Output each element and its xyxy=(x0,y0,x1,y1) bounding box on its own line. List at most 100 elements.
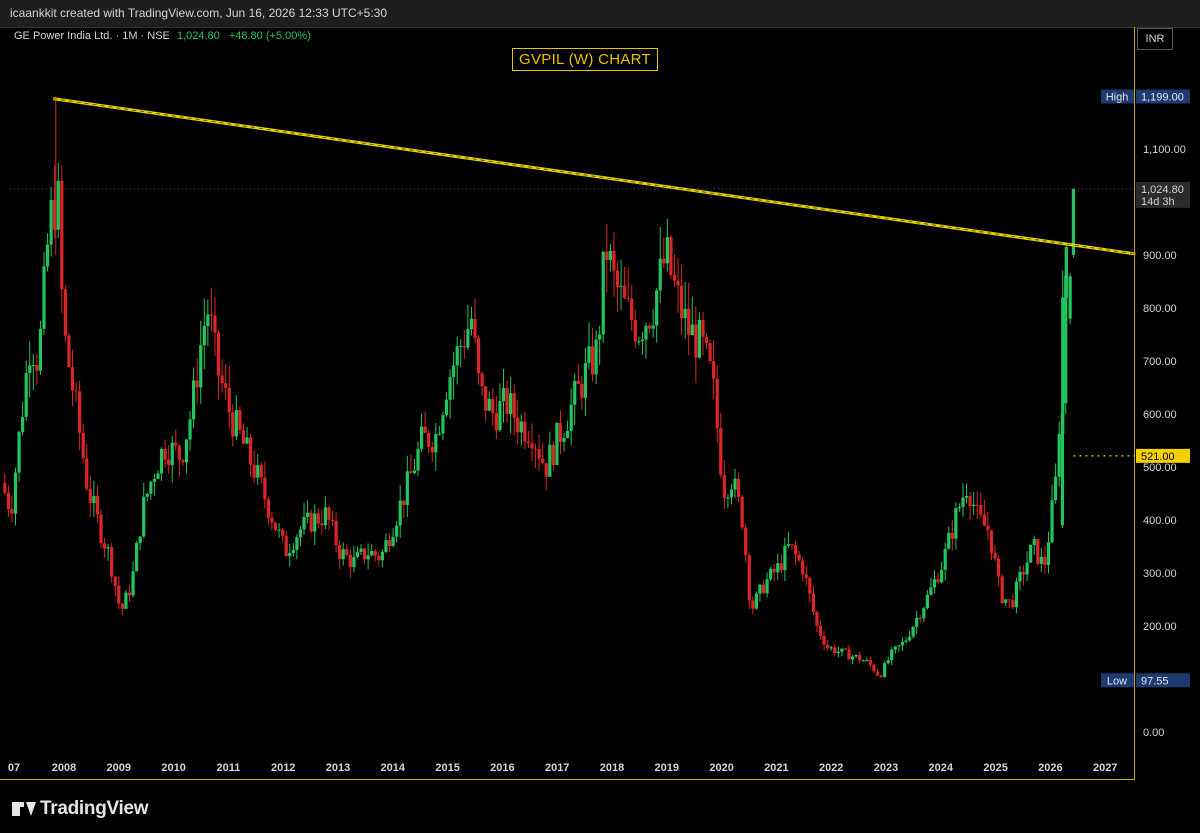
candle-body xyxy=(110,547,114,577)
candle-body xyxy=(491,398,495,414)
candle-body xyxy=(904,640,908,642)
candle-body xyxy=(245,437,249,444)
candle-body xyxy=(170,442,174,466)
candle-body xyxy=(220,375,224,384)
candle-body xyxy=(334,520,338,546)
candle-body xyxy=(865,659,869,661)
candle-body xyxy=(566,430,570,438)
candle-body xyxy=(580,383,584,398)
candle-body xyxy=(993,552,997,559)
candle-body xyxy=(21,416,25,433)
price-chart[interactable]: 0.00 200.00 300.00 400.00 500.00 600.00 700.00… xyxy=(0,0,1200,786)
candle-body xyxy=(469,318,474,330)
candle-body xyxy=(954,508,958,539)
candle-body xyxy=(708,343,712,361)
y-tick-label: 900.00 xyxy=(1143,250,1177,262)
candle-body xyxy=(932,579,937,588)
candle-body xyxy=(964,495,969,498)
candle-body xyxy=(149,481,153,494)
x-tick-label: 2013 xyxy=(326,762,350,774)
candle-body xyxy=(213,315,217,333)
candle-body xyxy=(797,554,801,561)
candle-body xyxy=(883,663,887,678)
candle-body xyxy=(690,324,694,336)
candle-body xyxy=(377,555,381,561)
candle-body xyxy=(940,569,944,583)
candle-body xyxy=(387,540,392,546)
candle-body xyxy=(516,417,520,433)
candle-body xyxy=(950,532,954,539)
candle-body xyxy=(273,522,278,531)
candle-body xyxy=(427,432,431,447)
candle-body xyxy=(605,251,609,261)
candle-body xyxy=(88,488,92,504)
x-tick-label: 2015 xyxy=(435,762,459,774)
candle-body xyxy=(159,448,164,474)
x-tick-label: 2017 xyxy=(545,762,569,774)
candle-body xyxy=(836,651,840,654)
candle-body xyxy=(847,649,851,660)
candle-body xyxy=(99,514,103,544)
candle-body xyxy=(320,523,324,526)
tradingview-logo[interactable]: TradingView xyxy=(12,798,149,820)
candle-body xyxy=(480,373,484,387)
candle-body xyxy=(569,404,573,431)
candle-body xyxy=(1021,571,1026,575)
candle-body xyxy=(1011,599,1015,608)
candle-body xyxy=(875,671,880,676)
candle-body xyxy=(455,346,459,366)
candle-body xyxy=(298,529,303,538)
candle-body xyxy=(665,237,669,264)
candle-body xyxy=(850,656,855,660)
candle-body xyxy=(530,443,534,449)
x-tick-label: 07 xyxy=(8,762,20,774)
candle-body xyxy=(85,458,89,489)
candle-body xyxy=(647,325,652,329)
candle-body xyxy=(900,641,905,646)
candle-body xyxy=(256,465,260,478)
y-tick-label: 1,100.00 xyxy=(1143,144,1186,156)
candle-body xyxy=(270,517,274,523)
marker-badge-value: 521.00 xyxy=(1141,451,1175,463)
candle-body xyxy=(142,496,146,537)
candle-body xyxy=(779,563,783,571)
candle-body xyxy=(63,289,67,336)
candle-body xyxy=(1025,562,1029,575)
candle-body xyxy=(227,387,231,413)
candle-body xyxy=(117,585,121,604)
candle-body xyxy=(38,328,43,371)
footer: TradingView xyxy=(0,786,1200,833)
candle-body xyxy=(893,646,897,650)
candle-body xyxy=(968,495,972,507)
candle-body xyxy=(209,314,214,316)
candle-body xyxy=(476,337,481,374)
candle-body xyxy=(402,500,406,505)
candle-body xyxy=(501,387,506,402)
candle-body xyxy=(305,512,310,518)
candle-body xyxy=(911,626,915,637)
candle-body xyxy=(67,335,71,368)
candle-body xyxy=(327,507,331,520)
candle-body xyxy=(861,660,865,662)
candle-body xyxy=(459,346,463,348)
candle-body xyxy=(348,554,352,568)
candle-body xyxy=(619,285,623,287)
candle-body xyxy=(615,270,620,287)
candle-body xyxy=(181,460,185,463)
candle-body xyxy=(1068,276,1072,319)
candle-body xyxy=(1046,542,1051,565)
candle-body xyxy=(982,514,986,526)
candle-body xyxy=(423,426,427,433)
candle-body xyxy=(858,654,862,661)
candle-body xyxy=(362,548,367,560)
candle-body xyxy=(81,432,85,459)
candle-body xyxy=(1064,276,1068,404)
candle-body xyxy=(872,664,876,672)
x-tick-label: 2012 xyxy=(271,762,295,774)
candle-body xyxy=(801,560,805,575)
candle-body xyxy=(651,325,655,329)
candle-body xyxy=(761,584,766,594)
candle-body xyxy=(131,571,135,596)
high-tag-label: High xyxy=(1106,92,1129,104)
candle-body xyxy=(138,536,142,543)
